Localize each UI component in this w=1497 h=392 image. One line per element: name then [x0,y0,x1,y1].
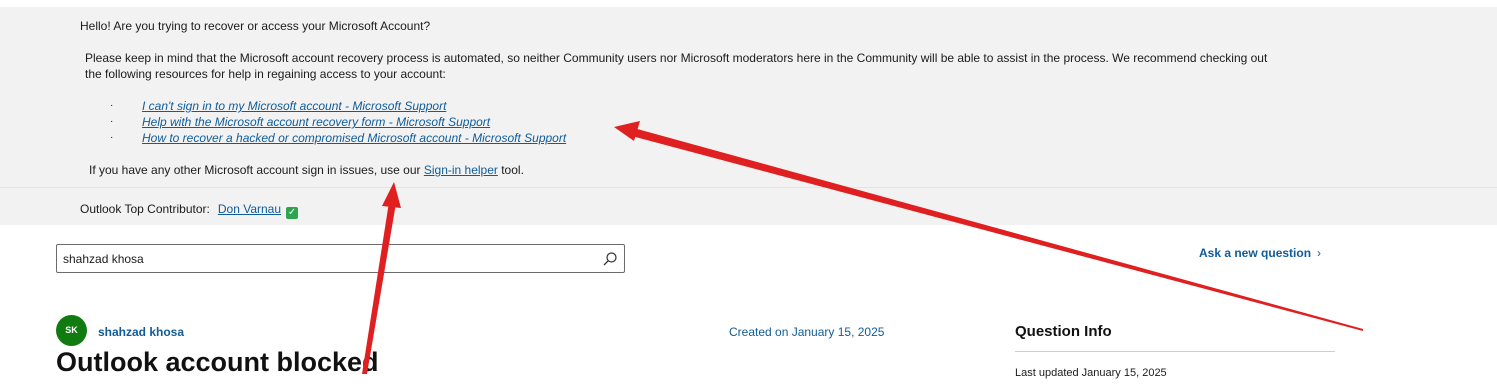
avatar[interactable]: SK [56,315,87,346]
top-contributor-label: Outlook Top Contributor: [80,202,210,216]
page-title: Outlook account blocked [56,347,379,377]
list-item: · Help with the Microsoft account recove… [110,114,566,130]
bullet: · [110,132,114,143]
sign-in-helper-link[interactable]: Sign-in helper [424,163,498,177]
sign-in-helper-line: If you have any other Microsoft account … [89,162,524,178]
top-contributor-line: Outlook Top Contributor: Don Varnau ✓ [80,201,299,219]
chevron-right-icon: › [1317,246,1322,260]
search-input[interactable] [63,250,593,267]
verified-check-icon: ✓ [286,207,299,219]
sign-in-helper-prefix: If you have any other Microsoft account … [89,163,424,177]
ask-new-question-label: Ask a new question [1199,246,1312,260]
banner-divider [0,187,1497,188]
author-link[interactable]: shahzad khosa [98,324,184,340]
question-info-heading: Question Info [1015,323,1112,340]
ask-new-question-link[interactable]: Ask a new question › [1199,245,1321,261]
bullet: · [110,116,114,127]
question-info-divider [1015,351,1335,352]
banner-note-line-2: the following resources for help in rega… [85,67,446,81]
search-box [56,244,625,273]
banner-note-line-1: Please keep in mind that the Microsoft a… [85,51,1268,65]
link-recovery-form-help[interactable]: Help with the Microsoft account recovery… [142,115,490,129]
sign-in-helper-suffix: tool. [497,163,524,177]
resource-link-list: · I can't sign in to my Microsoft accoun… [110,98,566,146]
top-strip [0,0,1497,7]
link-recover-hacked-account[interactable]: How to recover a hacked or compromised M… [142,131,566,145]
bullet: · [110,100,114,111]
list-item: · I can't sign in to my Microsoft accoun… [110,98,566,114]
created-date: Created on January 15, 2025 [729,325,885,339]
contributor-name-link[interactable]: Don Varnau [218,202,281,216]
last-updated-text: Last updated January 15, 2025 [1015,367,1167,379]
list-item: · How to recover a hacked or compromised… [110,130,566,146]
search-icon[interactable] [602,251,618,267]
banner-greeting: Hello! Are you trying to recover or acce… [80,19,431,33]
link-cant-sign-in[interactable]: I can't sign in to my Microsoft account … [142,99,446,113]
